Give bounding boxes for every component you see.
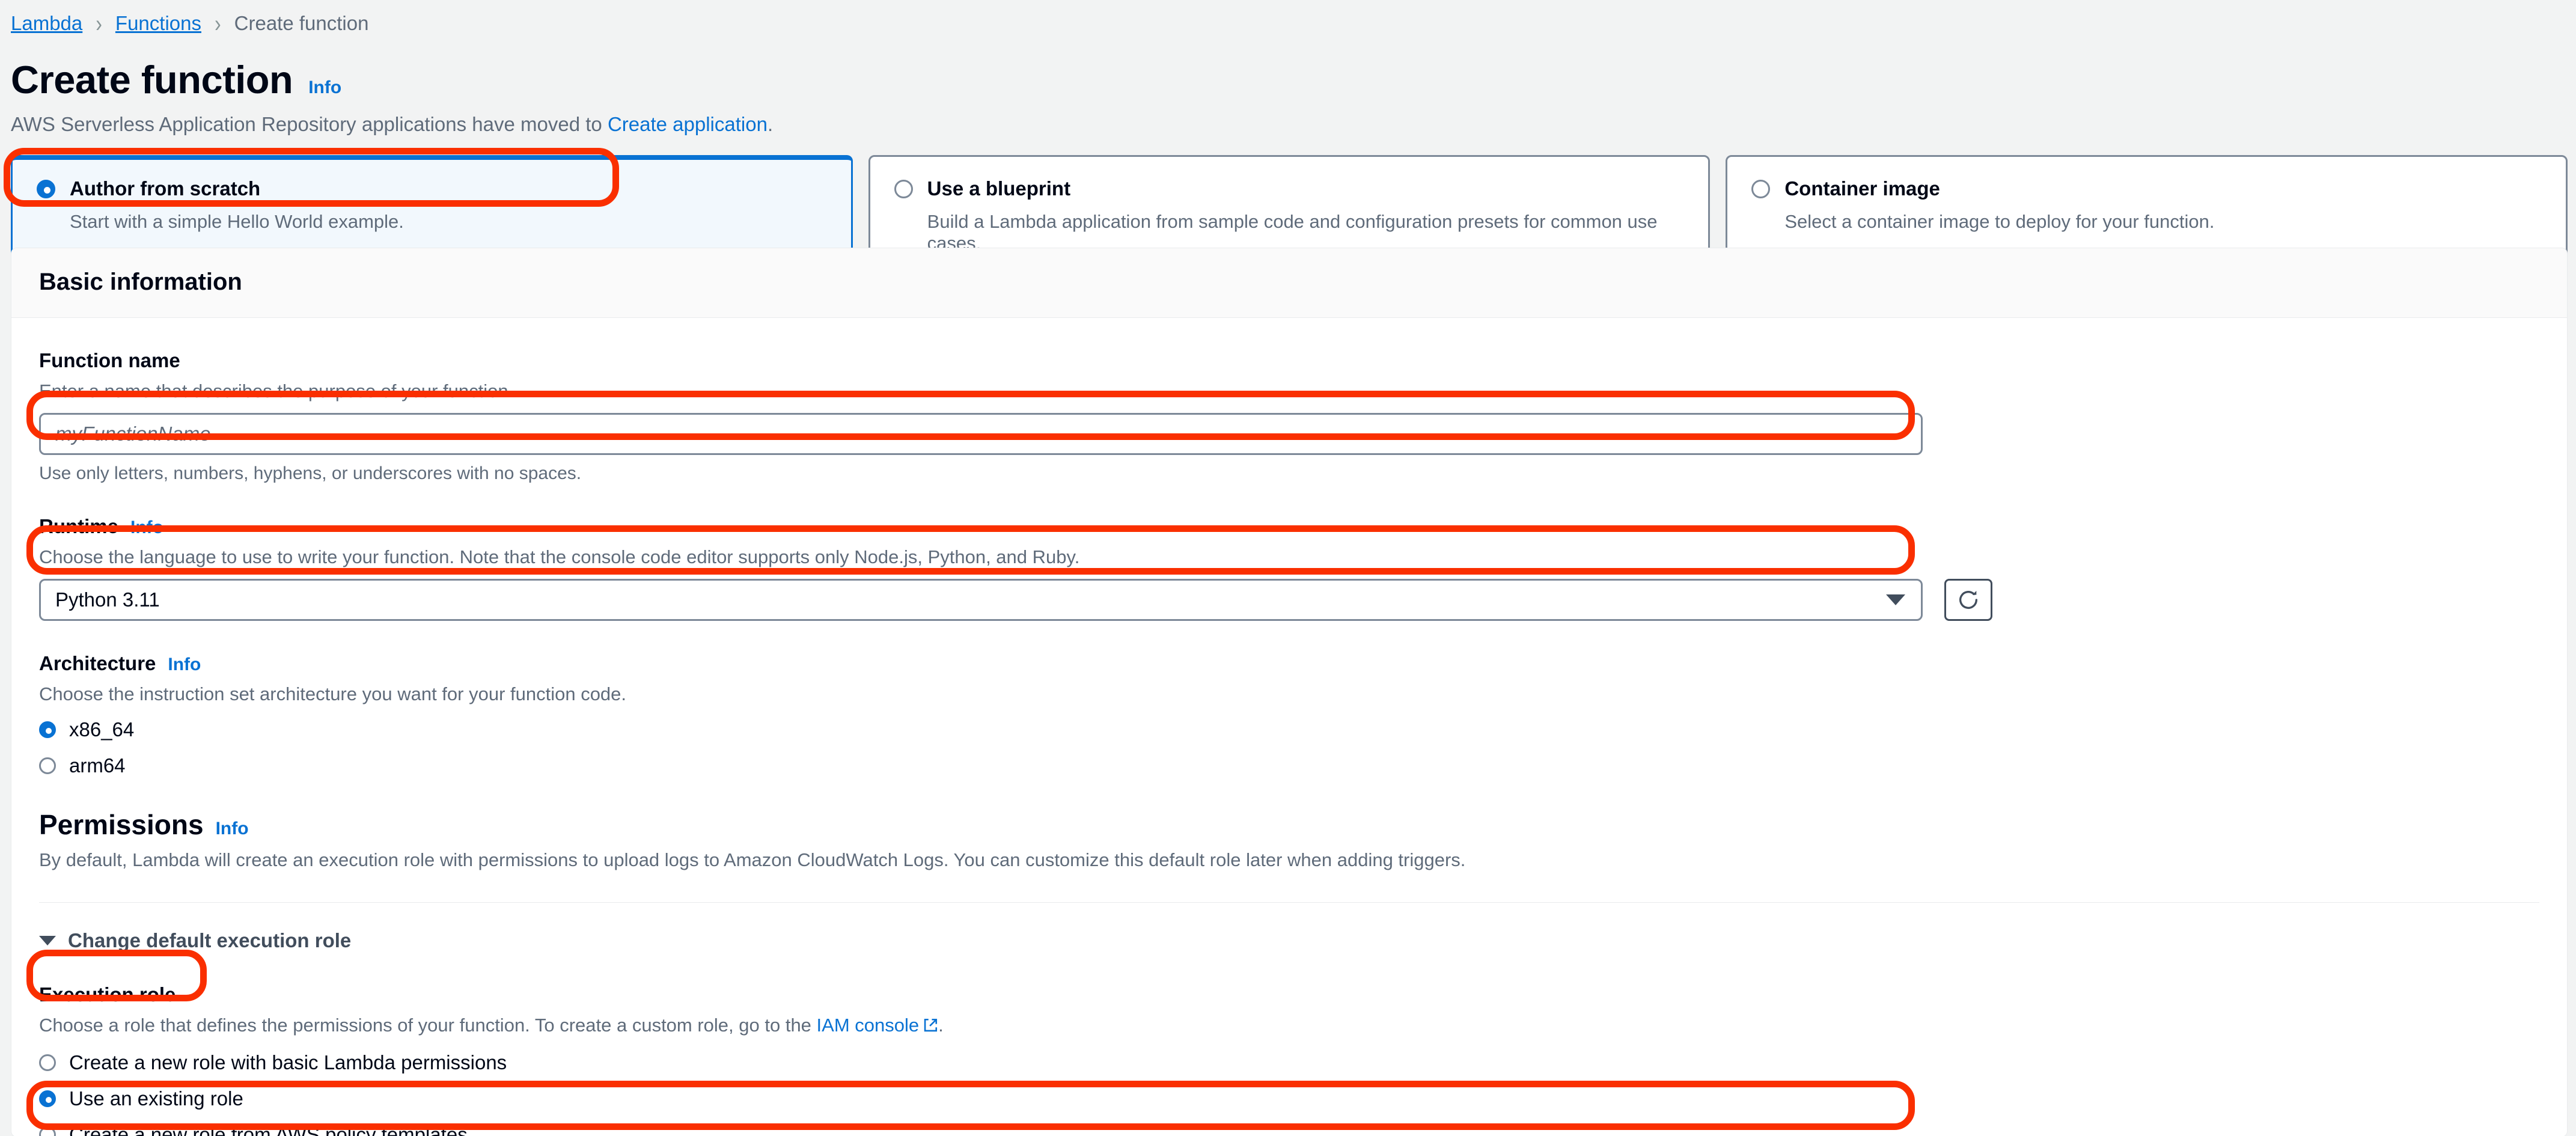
create-application-link[interactable]: Create application [608,113,768,135]
runtime-select-value: Python 3.11 [55,588,160,611]
basic-information-body: Function name Enter a name that describe… [11,318,2567,1136]
runtime-refresh-button[interactable] [1944,579,1992,621]
execution-role-option-use-existing[interactable]: Use an existing role [39,1087,2539,1110]
runtime-description: Choose the language to use to write your… [39,546,1080,567]
basic-information-panel: Basic information Function name Enter a … [11,248,2568,1136]
external-link-icon [923,1016,938,1038]
change-default-execution-role-label: Change default execution role [68,929,352,951]
architecture-section: Architecture Info Choose the instruction… [39,621,2539,777]
use-an-existing-role-radio[interactable] [39,1090,56,1107]
page-title: Create function [11,58,293,102]
execution-role-option-create-new-basic[interactable]: Create a new role with basic Lambda perm… [39,1051,2539,1074]
execution-role-description-suffix: . [938,1015,944,1036]
function-name-hint: Use only letters, numbers, hyphens, or u… [39,463,582,483]
function-name-section: Function name Enter a name that describe… [39,318,2539,484]
breadcrumb-item-create-function: Create function [234,12,369,34]
page-subtitle-suffix: . [767,113,774,135]
author-from-scratch-title: Author from scratch [70,177,261,200]
create-new-role-from-templates-label: Create a new role from AWS policy templa… [69,1123,468,1136]
create-new-role-basic-radio[interactable] [39,1054,56,1071]
breadcrumb-item-functions[interactable]: Functions [115,13,201,33]
architecture-arm64-label: arm64 [69,754,126,777]
architecture-label: Architecture [39,652,156,674]
breadcrumb-separator-icon: › [96,10,102,37]
breadcrumb-separator-icon: › [215,10,221,37]
chevron-down-icon [1886,594,1905,605]
architecture-info-link[interactable]: Info [168,655,201,675]
author-from-scratch-description: Start with a simple Hello World example. [70,211,404,232]
runtime-select-row: Python 3.11 [39,579,2539,621]
change-default-execution-role-toggle[interactable]: Change default execution role [39,903,2539,952]
execution-role-label: Execution role [39,983,176,1006]
use-a-blueprint-radio[interactable] [894,179,913,198]
author-from-scratch-radio[interactable] [37,179,55,198]
triangle-down-icon [39,936,56,945]
permissions-info-link[interactable]: Info [216,819,249,839]
architecture-x86-64-label: x86_64 [69,718,135,741]
function-name-input-wrap [39,413,2539,455]
function-name-description: Enter a name that describes the purpose … [39,380,514,402]
function-name-input[interactable] [39,413,1923,455]
card-head: Use a blueprint [894,177,1685,200]
architecture-label-row: Architecture Info [39,652,2539,675]
runtime-section: Runtime Info Choose the language to use … [39,484,2539,621]
permissions-description: By default, Lambda will create an execut… [39,849,1466,870]
breadcrumb: Lambda › Functions › Create function [11,10,369,37]
permissions-section: Permissions Info By default, Lambda will… [39,777,2539,871]
execution-role-section: Execution role Choose a role that define… [39,952,2539,1136]
runtime-select[interactable]: Python 3.11 [39,579,1923,621]
use-a-blueprint-title: Use a blueprint [927,177,1071,200]
container-image-radio[interactable] [1751,179,1771,198]
refresh-icon [1959,591,1977,609]
container-image-description: Select a container image to deploy for y… [1784,211,2215,232]
runtime-info-link[interactable]: Info [130,518,163,538]
basic-information-title: Basic information [39,269,242,295]
create-function-page: Lambda › Functions › Create function Cre… [0,0,2576,1136]
page-subtitle-prefix: AWS Serverless Application Repository ap… [11,113,608,135]
runtime-label: Runtime [39,515,118,537]
use-an-existing-role-label: Use an existing role [69,1087,243,1110]
execution-role-option-create-from-templates[interactable]: Create a new role from AWS policy templa… [39,1123,2539,1136]
page-info-link[interactable]: Info [308,78,341,98]
architecture-option-arm64[interactable]: arm64 [39,754,2539,777]
iam-console-link[interactable]: IAM console [817,1015,920,1036]
execution-role-description: Choose a role that defines the permissio… [39,1015,2539,1038]
architecture-option-x86-64[interactable]: x86_64 [39,718,2539,741]
architecture-x86-64-radio[interactable] [39,721,56,738]
architecture-arm64-radio[interactable] [39,757,56,774]
card-head: Author from scratch [37,177,827,200]
permissions-label-row: Permissions Info [39,808,2539,841]
permissions-label: Permissions [39,809,204,840]
create-new-role-from-templates-radio[interactable] [39,1126,56,1136]
container-image-title: Container image [1784,177,1940,200]
execution-role-description-prefix: Choose a role that defines the permissio… [39,1015,817,1036]
runtime-label-row: Runtime Info [39,515,2539,538]
breadcrumb-item-lambda[interactable]: Lambda [11,13,82,33]
page-subtitle: AWS Serverless Application Repository ap… [11,113,773,136]
create-new-role-basic-label: Create a new role with basic Lambda perm… [69,1051,507,1073]
architecture-description: Choose the instruction set architecture … [39,683,627,704]
basic-information-header: Basic information [11,248,2567,318]
page-title-row: Create function Info [11,57,341,102]
function-name-label: Function name [39,349,180,371]
card-head: Container image [1751,177,2542,200]
